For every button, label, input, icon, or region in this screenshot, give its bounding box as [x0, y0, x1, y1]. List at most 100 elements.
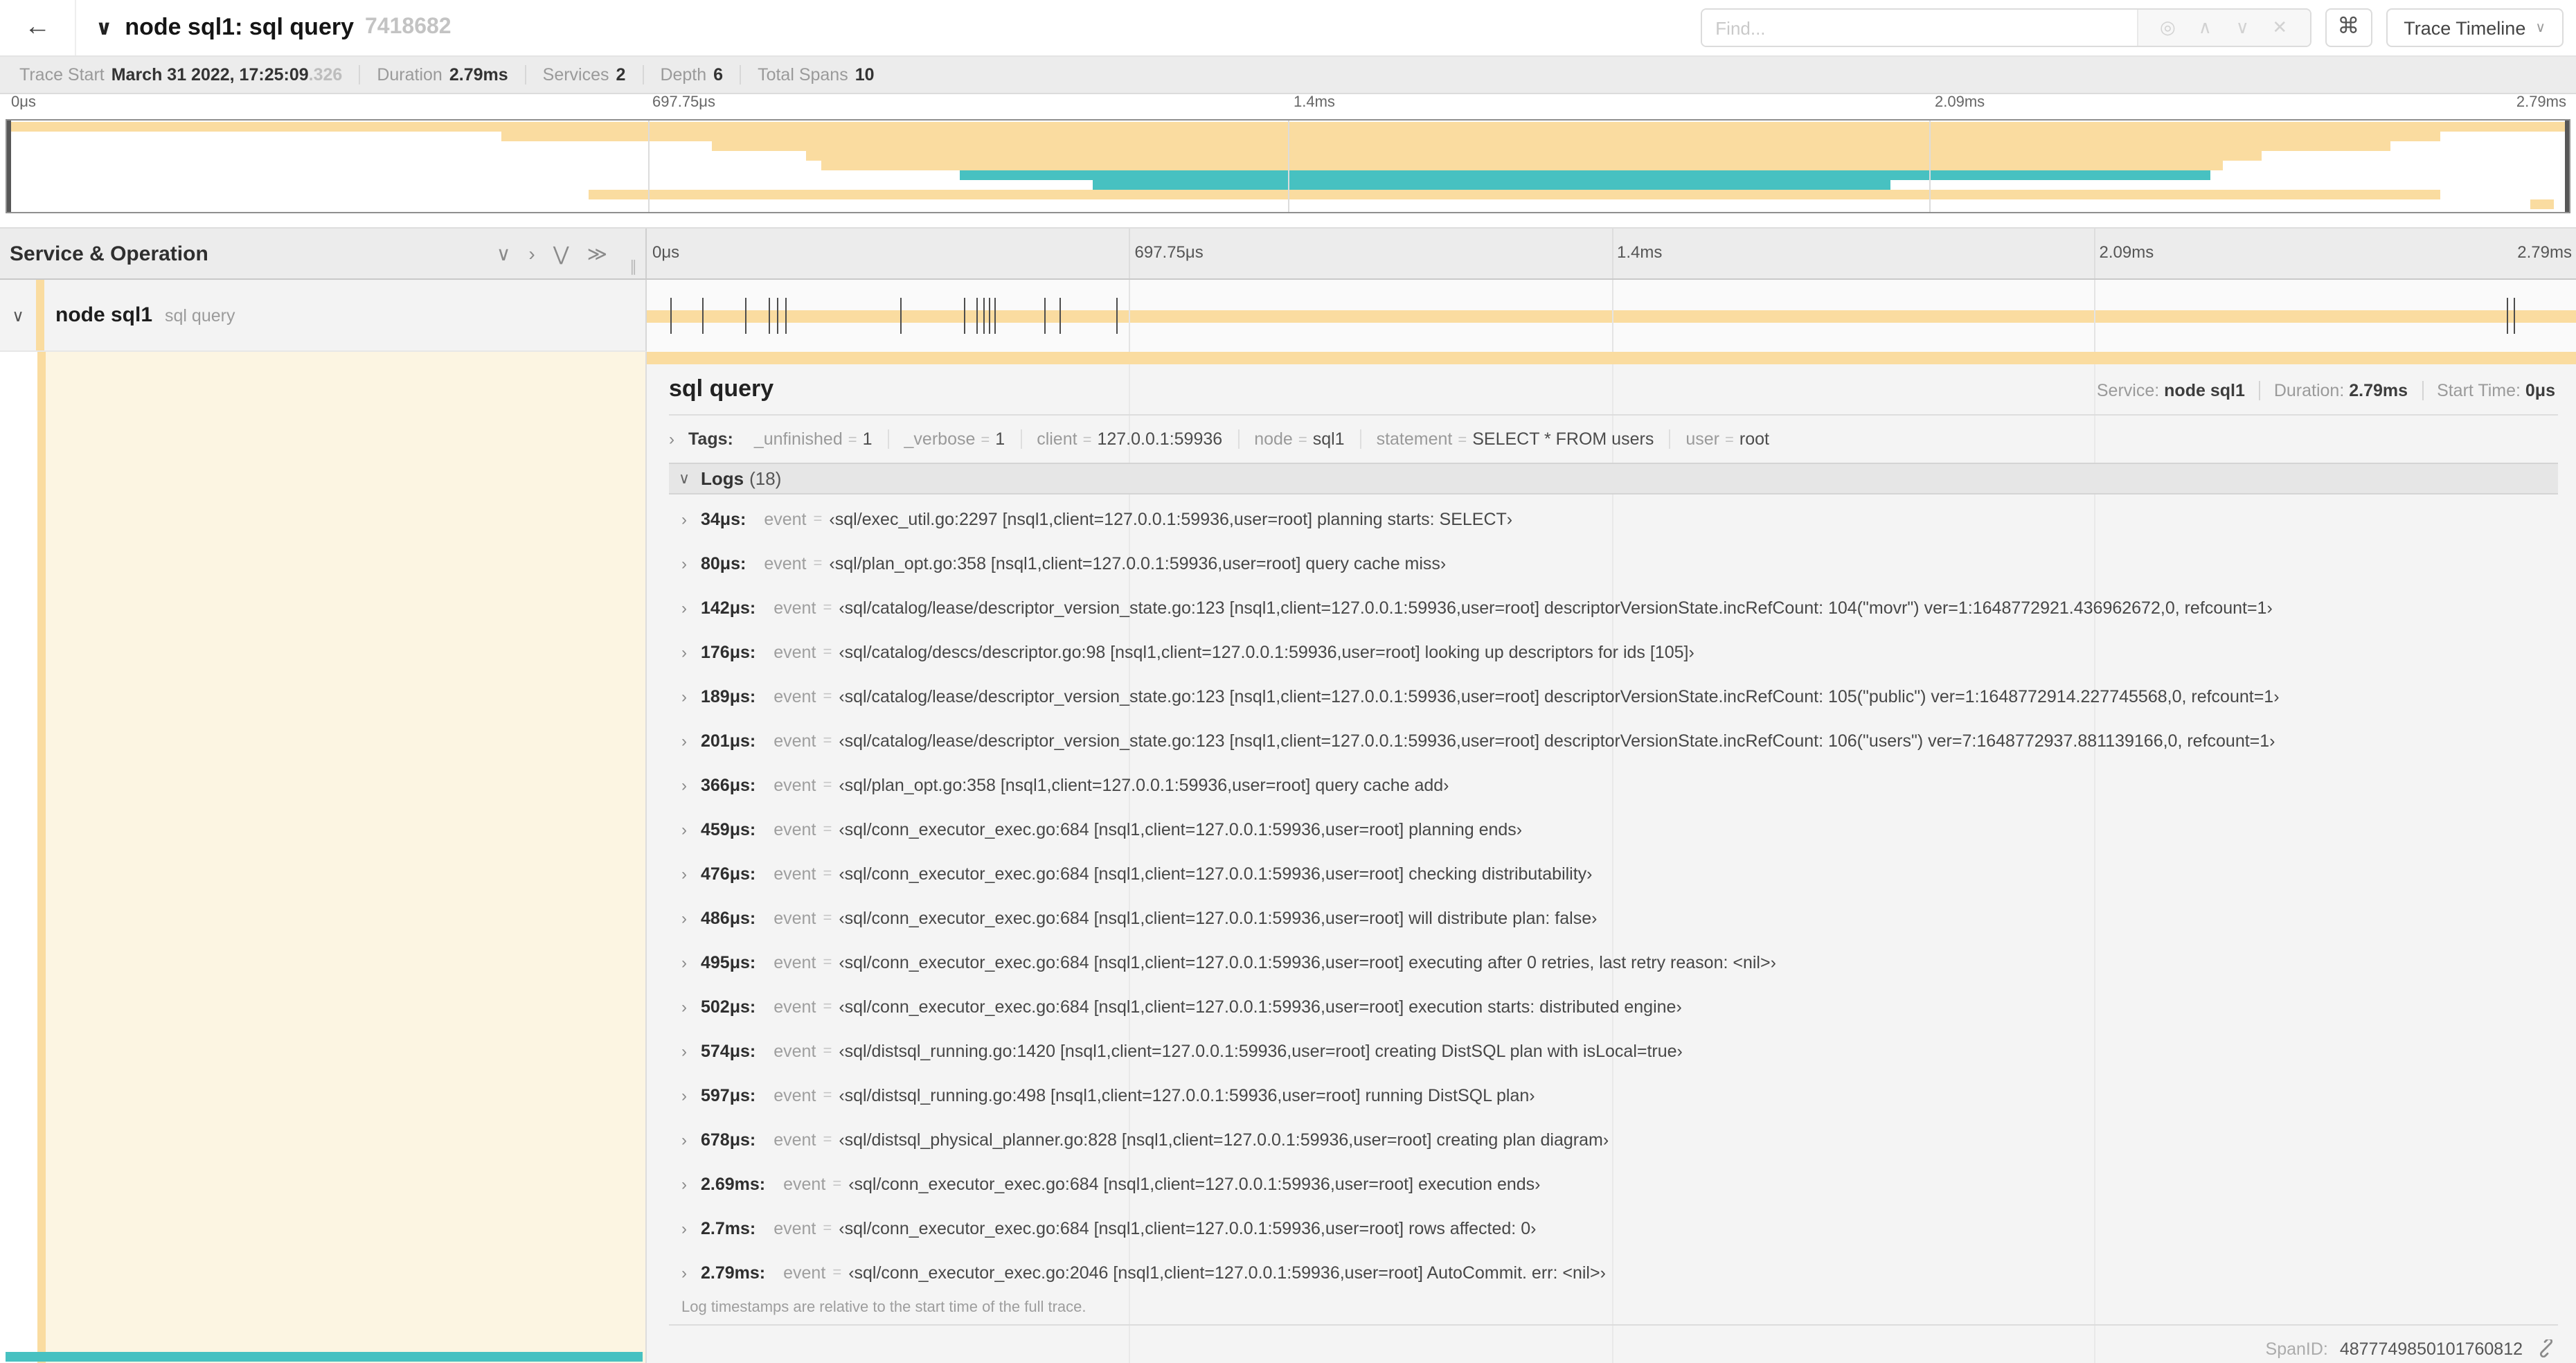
column-resizer[interactable]: ∥ [629, 258, 637, 278]
log-marker [777, 298, 779, 334]
collapse-trace-chevron-icon[interactable]: ∨ [96, 15, 112, 40]
log-row[interactable]: › 574μs: event = ‹sql/distsql_running.go:142… [669, 1029, 2558, 1074]
service-name: node sql1 [55, 303, 153, 327]
back-button[interactable]: ← [0, 0, 76, 55]
span-name-cell[interactable]: ∨ node sql1 sql query [0, 280, 647, 352]
tick-label: 2.09ms [2099, 242, 2154, 262]
log-row[interactable]: › 176μs: event = ‹sql/catalog/descs/descript… [669, 630, 2558, 675]
log-timestamp: 142μs: [701, 598, 756, 618]
expand-all-icon[interactable]: ≫ [587, 242, 607, 265]
log-timestamp: 189μs: [701, 687, 756, 706]
tag-item: _unfinished = 1 [739, 429, 889, 449]
trace-minimap[interactable] [6, 119, 2570, 213]
log-timestamp: 459μs: [701, 820, 756, 839]
log-marker [900, 298, 902, 334]
next-match-icon[interactable]: ∨ [2224, 17, 2261, 39]
find-input[interactable] [1701, 10, 2137, 46]
log-marker [785, 298, 787, 334]
gridline [2093, 280, 2095, 352]
log-equals: = [823, 600, 832, 616]
minimap-span-bar [711, 141, 2390, 151]
log-row[interactable]: › 142μs: event = ‹sql/catalog/lease/descript… [669, 586, 2558, 630]
clear-search-icon[interactable]: ✕ [2261, 17, 2298, 39]
collapse-all-icon[interactable]: ⋁ [553, 242, 569, 265]
chevron-right-icon: › [681, 1086, 687, 1105]
logs-header-bar[interactable]: ∨ Logs (18) [669, 463, 2558, 495]
log-equals: = [813, 555, 823, 572]
log-equals: = [823, 644, 832, 661]
chevron-right-icon: › [681, 864, 687, 884]
find-group: ◎ ∧ ∨ ✕ [1700, 8, 2311, 47]
page-title: node sql1: sql query [125, 14, 354, 40]
meta-item: Depth 6 [643, 65, 742, 84]
log-field-value: ‹sql/conn_executor_exec.go:684 [nsql1,cl… [839, 820, 1523, 839]
log-row[interactable]: › 366μs: event = ‹sql/plan_opt.go:358 [nsql1… [669, 763, 2558, 808]
log-row[interactable]: › 2.79ms: event = ‹sql/conn_executor_exec.go… [669, 1251, 2558, 1295]
minimap-tick-labels: 0μs 697.75μs 1.4ms 2.09ms 2.79ms [6, 94, 2570, 119]
log-row[interactable]: › 476μs: event = ‹sql/conn_executor_exec.go:… [669, 852, 2558, 896]
log-marker [989, 298, 991, 334]
header-controls: ◎ ∧ ∨ ✕ ⌘ Trace Timeline ∨ [1700, 8, 2576, 47]
chevron-right-icon: › [681, 1175, 687, 1194]
log-equals: = [823, 999, 832, 1015]
log-field-value: ‹sql/conn_executor_exec.go:684 [nsql1,cl… [848, 1175, 1541, 1194]
log-equals: = [823, 777, 832, 794]
log-list: › 34μs: event = ‹sql/exec_util.go:2297 [nsql… [669, 497, 2558, 1295]
deep-link-icon[interactable] [2537, 1337, 2555, 1362]
log-field-value: ‹sql/distsql_running.go:1420 [nsql1,clie… [839, 1042, 1683, 1061]
log-row[interactable]: › 597μs: event = ‹sql/distsql_running.go:498… [669, 1074, 2558, 1118]
log-equals: = [823, 733, 832, 749]
tick-label: 2.09ms [1935, 94, 1985, 111]
locate-icon[interactable]: ◎ [2149, 17, 2186, 39]
minimap-span-bar [960, 170, 2210, 180]
log-field-value: ‹sql/catalog/lease/descriptor_version_st… [839, 731, 2275, 751]
span-id-value: 4877749850101760812 [2339, 1339, 2523, 1359]
gridline [1129, 280, 1131, 352]
log-row[interactable]: › 502μs: event = ‹sql/conn_executor_exec.go:… [669, 985, 2558, 1029]
page-header: ← ∨ node sql1: sql query 7418682 ◎ ∧ ∨ ✕… [0, 0, 2576, 57]
log-row[interactable]: › 80μs: event = ‹sql/plan_opt.go:358 [nsql1,… [669, 542, 2558, 586]
trace-id: 7418682 [365, 15, 451, 39]
log-row[interactable]: › 678μs: event = ‹sql/distsql_physical_plann… [669, 1118, 2558, 1162]
log-row[interactable]: › 201μs: event = ‹sql/catalog/lease/descript… [669, 719, 2558, 763]
detail-meta-item: Start Time: 0μs [2437, 381, 2555, 400]
log-marker [768, 298, 770, 334]
log-row[interactable]: › 2.69ms: event = ‹sql/conn_executor_exec.go… [669, 1162, 2558, 1206]
log-field-value: ‹sql/distsql_running.go:498 [nsql1,clien… [839, 1086, 1535, 1105]
log-row[interactable]: › 495μs: event = ‹sql/conn_executor_exec.go:… [669, 941, 2558, 985]
log-field-key: event [773, 820, 816, 839]
log-equals: = [823, 1087, 832, 1104]
chevron-down-icon[interactable]: ∨ [0, 305, 36, 325]
tags-row[interactable]: › Tags: _unfinished = 1 _verbose = 1 client = 12… [669, 429, 2558, 449]
chevron-down-icon: ∨ [2535, 20, 2546, 35]
keyboard-shortcuts-button[interactable]: ⌘ [2325, 8, 2372, 47]
log-timestamp: 2.7ms: [701, 1219, 756, 1238]
tick-label: 0μs [11, 94, 36, 111]
minimap-left-handle[interactable] [7, 121, 11, 212]
log-marker [670, 298, 672, 334]
tag-item: _verbose = 1 [889, 429, 1022, 449]
log-field-key: event [773, 909, 816, 928]
log-row[interactable]: › 459μs: event = ‹sql/conn_executor_exec.go:… [669, 808, 2558, 852]
log-row[interactable]: › 2.7ms: event = ‹sql/conn_executor_exec.go:… [669, 1206, 2558, 1251]
prev-match-icon[interactable]: ∧ [2186, 17, 2224, 39]
minimap-span-bar [501, 132, 2441, 141]
log-field-key: event [773, 687, 816, 706]
expand-one-icon[interactable]: › [528, 242, 535, 265]
log-row[interactable]: › 486μs: event = ‹sql/conn_executor_exec.go:… [669, 896, 2558, 941]
log-field-key: event [783, 1175, 826, 1194]
log-row[interactable]: › 34μs: event = ‹sql/exec_util.go:2297 [nsql… [669, 497, 2558, 542]
tick-label: 0μs [652, 242, 680, 262]
view-dropdown-button[interactable]: Trace Timeline ∨ [2386, 8, 2564, 47]
log-field-value: ‹sql/catalog/lease/descriptor_version_st… [839, 687, 2280, 706]
log-field-value: ‹sql/exec_util.go:2297 [nsql1,client=127… [829, 510, 1513, 529]
log-equals: = [823, 954, 832, 971]
collapse-one-icon[interactable]: ∨ [497, 242, 511, 265]
log-field-key: event [773, 997, 816, 1017]
log-row[interactable]: › 189μs: event = ‹sql/catalog/lease/descript… [669, 675, 2558, 719]
span-bar-cell[interactable] [647, 280, 2576, 352]
log-field-key: event [773, 864, 816, 884]
tick-label: 2.79ms [2516, 94, 2566, 111]
minimap-right-handle[interactable] [2565, 121, 2569, 212]
tick-label: 2.79ms [2517, 242, 2572, 262]
